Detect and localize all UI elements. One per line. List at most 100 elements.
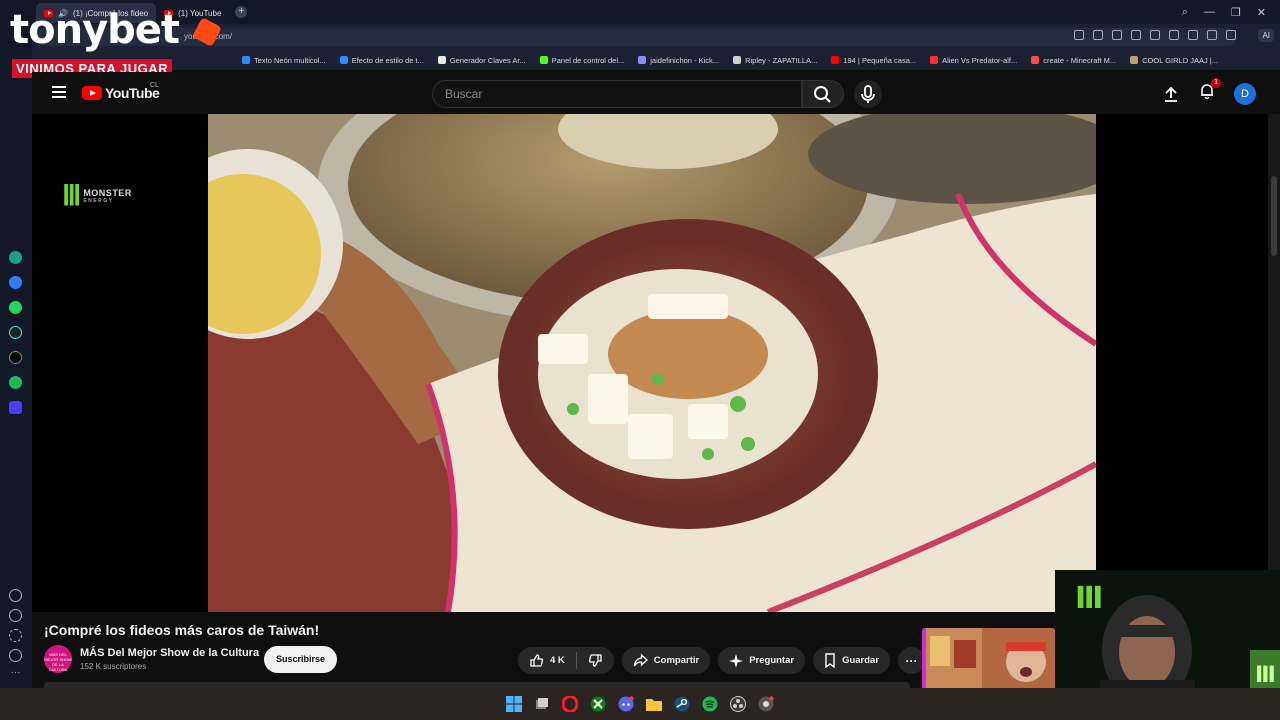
hamburger-menu-icon[interactable]: [52, 86, 66, 98]
webcam-image: Ⅲ Ⅲ: [1055, 570, 1280, 690]
region-code: CL: [150, 82, 159, 89]
zoom-icon[interactable]: [1074, 30, 1084, 40]
chatgpt-icon[interactable]: [9, 251, 22, 264]
new-tab-button[interactable]: +: [235, 6, 248, 18]
shield-icon[interactable]: [1131, 30, 1141, 40]
camera-icon[interactable]: [1112, 30, 1122, 40]
browser-sidebar: ···: [0, 24, 32, 688]
thumbnail-image: [922, 628, 1055, 690]
download-icon[interactable]: [1188, 30, 1198, 40]
ask-button[interactable]: Preguntar: [718, 647, 806, 674]
bookmark-item[interactable]: COOL GIRLD JAAJ |...: [1130, 56, 1218, 65]
menu-icon[interactable]: [1207, 30, 1217, 40]
search-tabs-icon[interactable]: ⌕: [1182, 6, 1188, 19]
stream-overlay-brand: tonybet: [10, 7, 222, 53]
ask-label: Preguntar: [749, 655, 795, 666]
video-frame-image: [208, 114, 1096, 612]
close-button[interactable]: ✕: [1257, 6, 1266, 19]
bookmark-item[interactable]: Generador Claves Ar...: [437, 56, 526, 65]
opera-icon[interactable]: [561, 695, 579, 713]
notification-badge: 1: [1211, 78, 1221, 88]
bookmark-item[interactable]: Alien Vs Predator-alf...: [930, 56, 1017, 65]
bookmark-icon: [831, 56, 840, 64]
bookmark-item[interactable]: Ripley - ZAPATILLA...: [733, 56, 817, 65]
bookmark-item[interactable]: create - Minecraft M...: [1031, 56, 1116, 65]
task-view-icon[interactable]: [533, 695, 551, 713]
player-icon[interactable]: [9, 401, 22, 414]
whatsapp-icon[interactable]: [9, 301, 22, 314]
taskbar: [0, 688, 1280, 720]
youtube-logo[interactable]: YouTube: [82, 85, 160, 101]
scrollbar-thumb[interactable]: [1271, 176, 1277, 256]
share-icon: [633, 653, 648, 667]
subscriber-count: 152 K suscriptores: [80, 662, 147, 671]
tiktok-icon[interactable]: [9, 326, 22, 339]
notifications-button[interactable]: 1: [1198, 78, 1221, 105]
bookmark-icon: [638, 56, 647, 64]
chrome-icon[interactable]: [757, 695, 775, 713]
restore-button[interactable]: ❐: [1231, 6, 1241, 19]
bookmark-item[interactable]: Panel de control del...: [539, 56, 624, 65]
save-button[interactable]: Guardar: [813, 647, 891, 674]
history-icon[interactable]: [9, 609, 22, 622]
minimize-button[interactable]: —: [1204, 6, 1215, 19]
account-avatar[interactable]: D: [1234, 82, 1256, 105]
window-controls: ⌕ — ❐ ✕: [1182, 6, 1280, 19]
bookmark-item[interactable]: 194 | Pequeña casa...: [831, 56, 916, 65]
channel-avatar[interactable]: MÁS DEL MEJOR SHOW DE LA CULTURA: [44, 645, 72, 673]
more-actions-button[interactable]: ···: [898, 647, 926, 674]
channel-name[interactable]: MÁS Del Mejor Show de la Cultura: [80, 647, 259, 659]
search-button[interactable]: [802, 80, 844, 108]
brand-logo-text: tonybet: [10, 7, 180, 53]
play-icon[interactable]: [1150, 30, 1160, 40]
profile-icon[interactable]: [1226, 30, 1236, 40]
spotify-icon[interactable]: [701, 695, 719, 713]
like-button[interactable]: 4 K: [518, 653, 576, 668]
youtube-header: YouTube CL Buscar 1 D: [32, 72, 1280, 114]
more-icon[interactable]: ···: [9, 668, 22, 682]
search-input[interactable]: Buscar: [432, 80, 802, 108]
edit-icon[interactable]: [1093, 30, 1103, 40]
header-actions: 1 D: [1162, 78, 1256, 105]
address-bar-row: youtube.com/ AI: [0, 24, 1280, 50]
ai-button[interactable]: AI: [1258, 29, 1274, 42]
video-frame[interactable]: [208, 114, 1096, 612]
settings-icon[interactable]: [9, 629, 22, 642]
dislike-button[interactable]: [577, 653, 614, 668]
heart-icon[interactable]: [9, 589, 22, 602]
spotify-icon[interactable]: [9, 376, 22, 389]
voice-search-button[interactable]: [854, 80, 882, 108]
subscribe-button[interactable]: Suscribirse: [264, 646, 338, 673]
screen: 🔊 (1) ¡Compré los fideo (1) YouTube + ⌕ …: [0, 0, 1280, 720]
obs-icon[interactable]: [729, 695, 747, 713]
discord-icon[interactable]: [617, 695, 635, 713]
recommended-video-thumbnail[interactable]: [922, 628, 1055, 690]
folder-icon[interactable]: [645, 695, 663, 713]
microphone-icon: [861, 85, 875, 103]
browser-tab-strip: 🔊 (1) ¡Compré los fideo (1) YouTube + ⌕ …: [0, 0, 1280, 24]
bookmark-icon: [825, 653, 835, 668]
steam-icon[interactable]: [673, 695, 691, 713]
lightbulb-icon[interactable]: [9, 649, 22, 662]
bookmark-icon: [733, 56, 742, 64]
tab-label: (1) YouTube: [178, 8, 222, 18]
x-icon[interactable]: [9, 351, 22, 364]
windows-icon[interactable]: [505, 695, 523, 713]
bookmark-item[interactable]: Efecto de estilo de t...: [339, 56, 424, 65]
bookmark-icon: [242, 56, 250, 64]
heart-icon[interactable]: [1169, 30, 1179, 40]
upload-icon[interactable]: [1162, 85, 1180, 103]
monster-claw-icon: Ⅲ: [62, 180, 82, 211]
xbox-icon[interactable]: [589, 695, 607, 713]
thumbs-down-icon: [588, 654, 602, 667]
video-player[interactable]: Ⅲ MONSTER ENERGY: [32, 114, 1268, 612]
bookmark-item[interactable]: Texto Neón multicol...: [242, 56, 326, 65]
streamer-webcam: Ⅲ Ⅲ: [1055, 570, 1280, 690]
video-actions: 4 K Compartir Preguntar Guardar ···: [518, 647, 926, 674]
bookmark-icon: [1130, 56, 1139, 64]
svg-text:Ⅲ: Ⅲ: [1075, 581, 1103, 616]
messenger-icon[interactable]: [9, 276, 22, 289]
bookmark-icon: [1031, 56, 1040, 64]
bookmark-item[interactable]: jaidefinichon - Kick...: [638, 56, 719, 65]
share-button[interactable]: Compartir: [621, 647, 711, 674]
